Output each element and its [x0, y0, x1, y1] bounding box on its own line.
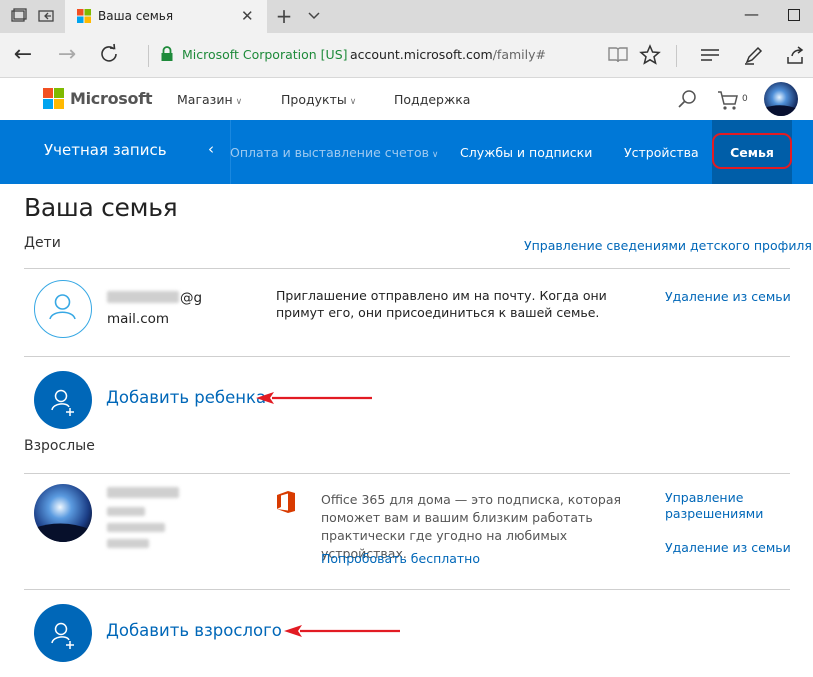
- tab-title: Ваша семья: [98, 9, 174, 23]
- web-note-icon[interactable]: [742, 43, 766, 67]
- nav-billing-label: Оплата и выставление счетов: [230, 145, 429, 160]
- try-free-link[interactable]: Попробовать бесплатно: [321, 551, 480, 566]
- chevron-down-icon: ∨: [235, 97, 243, 107]
- browser-tab-bar: Ваша семья ✕ + —: [0, 0, 813, 33]
- nav-products-label: Продукты: [281, 92, 347, 107]
- avatar-image: [764, 82, 798, 116]
- child-avatar: [34, 280, 92, 338]
- divider: [24, 356, 790, 357]
- chevron-down-icon: ∨: [428, 150, 439, 160]
- children-heading: Дети: [24, 235, 61, 251]
- nav-products[interactable]: Продукты ∨: [281, 92, 356, 107]
- url-path: /family#: [492, 47, 546, 62]
- add-adult-link[interactable]: Добавить взрослого: [106, 621, 282, 640]
- site-header: Microsoft Магазин ∨ Продукты ∨ Поддержка 0: [0, 78, 813, 120]
- adults-heading: Взрослые: [24, 438, 95, 454]
- add-child-link[interactable]: Добавить ребенка: [106, 388, 266, 407]
- divider: [24, 268, 790, 269]
- invite-message: Приглашение отправлено им на почту. Когд…: [276, 288, 607, 320]
- redacted-name: [107, 487, 179, 498]
- nav-billing[interactable]: Оплата и выставление счетов ∨: [230, 145, 438, 160]
- nav-support[interactable]: Поддержка: [394, 92, 470, 107]
- manage-permissions-link[interactable]: Управление разрешениями: [665, 490, 785, 522]
- share-icon[interactable]: [784, 43, 808, 67]
- cart-icon[interactable]: [716, 89, 740, 111]
- set-tabs-aside-icon[interactable]: [36, 6, 56, 26]
- add-person-icon: [51, 622, 74, 649]
- redacted-detail: [107, 539, 149, 548]
- forward-icon[interactable]: →: [54, 42, 80, 68]
- add-adult-button-icon[interactable]: [34, 604, 92, 662]
- microsoft-favicon-icon: [77, 9, 91, 23]
- divider: [24, 589, 790, 590]
- chevron-down-icon: ∨: [349, 97, 357, 107]
- nav-store-label: Магазин: [177, 92, 233, 107]
- account-nav-bar: Учетная запись ‹ Оплата и выставление сч…: [0, 120, 813, 184]
- child-email-suffix: @g: [180, 290, 203, 306]
- favorite-star-icon[interactable]: [638, 43, 662, 67]
- cart-count: 0: [742, 94, 748, 104]
- tab-preview-chevron-icon[interactable]: [300, 3, 328, 29]
- remove-child-link[interactable]: Удаление из семьи: [665, 289, 791, 304]
- add-person-icon: [51, 389, 74, 416]
- nav-devices[interactable]: Устройства: [624, 145, 699, 160]
- nav-family-active[interactable]: Семья: [712, 120, 792, 184]
- red-arrow-icon: [284, 625, 400, 637]
- refresh-icon[interactable]: [96, 41, 122, 67]
- child-email-domain: mail.com: [107, 311, 170, 327]
- new-tab-icon[interactable]: +: [271, 3, 297, 29]
- url-host: account.microsoft.com: [350, 47, 493, 62]
- divider: [24, 473, 790, 474]
- red-arrow-icon: [256, 392, 372, 404]
- redacted-detail: [107, 523, 165, 532]
- adult-avatar: [34, 484, 92, 542]
- search-icon[interactable]: [676, 88, 698, 110]
- address-bar-row: ← → Microsoft Corporation [US] account.m…: [0, 33, 813, 78]
- maximize-icon[interactable]: [788, 9, 800, 21]
- add-child-button-icon[interactable]: [34, 371, 92, 429]
- redacted-detail: [107, 507, 145, 516]
- address-divider: [148, 45, 149, 67]
- chevron-left-icon[interactable]: ‹: [208, 140, 214, 158]
- tab-close-icon[interactable]: ✕: [241, 7, 254, 25]
- minimize-icon[interactable]: —: [744, 5, 759, 23]
- user-avatar[interactable]: [764, 82, 798, 116]
- back-icon[interactable]: ←: [10, 42, 36, 68]
- red-highlight-box: [712, 133, 792, 169]
- tabs-aside-icon[interactable]: [8, 6, 28, 26]
- lock-icon[interactable]: [160, 46, 174, 62]
- microsoft-logo-icon[interactable]: [43, 88, 64, 109]
- reading-view-icon[interactable]: [606, 43, 630, 67]
- certificate-name[interactable]: Microsoft Corporation [US]: [182, 47, 348, 62]
- remove-adult-link[interactable]: Удаление из семьи: [665, 540, 791, 555]
- nav-services[interactable]: Службы и подписки: [460, 145, 592, 160]
- hub-icon[interactable]: [698, 43, 722, 67]
- brand-name[interactable]: Microsoft: [70, 89, 153, 108]
- redacted-email: [107, 291, 179, 303]
- person-icon: [49, 294, 76, 320]
- nav-store[interactable]: Магазин ∨: [177, 92, 242, 107]
- tab-active[interactable]: Ваша семья ✕: [65, 0, 267, 33]
- account-title[interactable]: Учетная запись: [44, 141, 167, 159]
- office-icon: [277, 491, 295, 513]
- toolbar-divider: [676, 45, 677, 67]
- page-title: Ваша семья: [24, 193, 178, 222]
- url-field[interactable]: account.microsoft.com/family#: [350, 47, 546, 62]
- avatar-image: [34, 484, 92, 542]
- manage-child-profile-link[interactable]: Управление сведениями детского профиля: [524, 238, 812, 253]
